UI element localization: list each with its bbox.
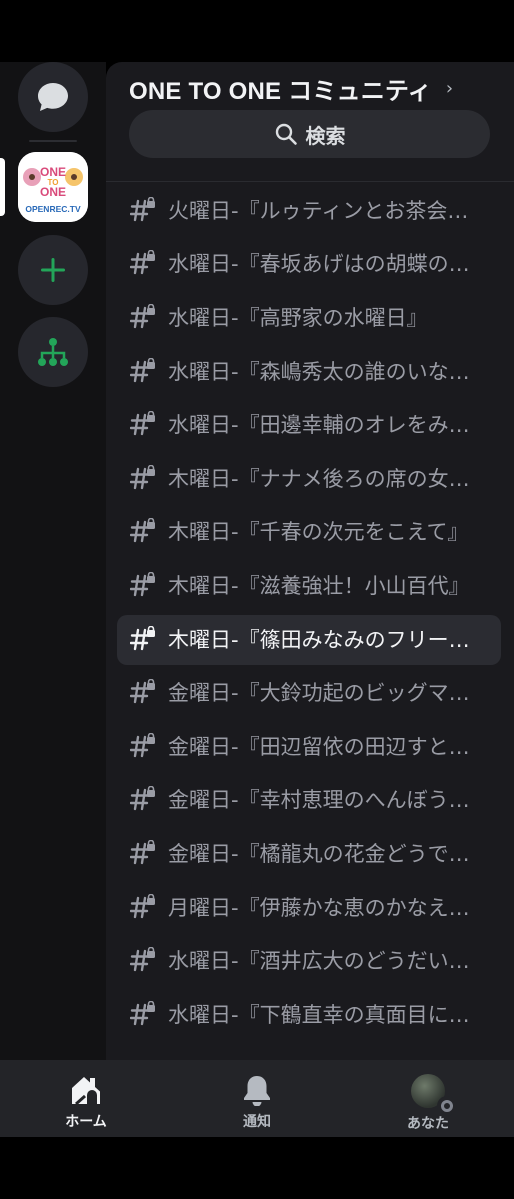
svg-text:ONE: ONE — [40, 165, 66, 179]
locked-text-channel-icon — [129, 250, 156, 276]
search-icon — [275, 123, 297, 145]
locked-text-channel-icon — [129, 678, 156, 705]
locked-text-channel-icon — [129, 196, 156, 223]
locked-text-channel-icon — [129, 410, 156, 437]
svg-text:OPENREC.TV: OPENREC.TV — [25, 204, 81, 214]
channel-item[interactable]: 火曜日-『ルゥティンとお茶会をしてやる』 — [106, 183, 514, 237]
search-label: 検索 — [305, 123, 346, 148]
channel-item[interactable]: 月曜日-『伊藤かな恵のかなえ時間』 — [106, 880, 514, 934]
channel-name: 金曜日-『幸村恵理のへんぼうず』 — [168, 788, 486, 813]
locked-text-channel-icon — [129, 893, 156, 920]
chat-bubble-icon — [38, 83, 68, 111]
search-button[interactable]: 検索 — [129, 110, 490, 158]
locked-text-channel-icon — [129, 732, 156, 759]
channel-item[interactable]: 木曜日-『ナナメ後ろの席の女の子』 — [106, 451, 514, 505]
avatar — [411, 1074, 457, 1116]
channel-panel: ONE TO ONE コミュニティ › 検索 火曜日-『ルゥティンとお茶会をして… — [106, 62, 514, 1060]
tab-you[interactable]: あなた — [358, 1060, 498, 1137]
channel-item[interactable]: 水曜日-『田邊幸輔のオレをみろ』 — [106, 397, 514, 451]
locked-text-channel-icon — [129, 839, 156, 866]
channel-item[interactable]: 水曜日-『森嶋秀太の誰のいない部屋』 — [106, 344, 514, 398]
server-title-button[interactable]: ONE TO ONE コミュニティ › — [129, 68, 453, 108]
channel-name: 金曜日-『大鈴功起のビッグマウス』 — [168, 681, 486, 706]
add-server-button[interactable] — [18, 235, 88, 305]
channel-name: 木曜日-『篠田みなみのフリートーク』 — [168, 627, 486, 652]
server-name: ONE TO ONE コミュニティ — [129, 77, 432, 105]
locked-text-channel-icon — [129, 625, 156, 652]
locked-text-channel-icon — [129, 571, 156, 598]
one-to-one-logo: ONE TO ONE OPENREC.TV — [18, 152, 88, 222]
selected-server-indicator — [0, 158, 5, 216]
tab-home[interactable]: ホーム — [16, 1060, 156, 1137]
channel-item[interactable]: 水曜日-『春坂あげはの胡蝶の夢』 — [106, 237, 514, 291]
locked-text-channel-icon — [129, 518, 156, 544]
channel-name: 水曜日-『春坂あげはの胡蝶の夢』 — [168, 252, 486, 277]
status-offline-icon — [437, 1096, 457, 1116]
channel-item[interactable]: 金曜日-『大鈴功起のビッグマウス』 — [106, 665, 514, 719]
tab-notifications[interactable]: 通知 — [187, 1060, 327, 1137]
locked-text-channel-icon — [129, 1000, 156, 1027]
channel-item[interactable]: 木曜日-『篠田みなみのフリートーク』 — [106, 612, 514, 666]
rail-divider — [29, 140, 77, 142]
locked-text-channel-icon — [129, 786, 156, 812]
channel-name: 水曜日-『田邊幸輔のオレをみろ』 — [168, 413, 486, 438]
locked-text-channel-icon — [129, 946, 156, 973]
bell-icon — [244, 1076, 270, 1106]
channel-name: 火曜日-『ルゥティンとお茶会をしてやる』 — [168, 198, 486, 223]
channel-name: 金曜日-『橘龍丸の花金どうでしょう』 — [168, 841, 486, 866]
locked-text-channel-icon — [129, 464, 156, 491]
channel-item[interactable]: 金曜日-『橘龍丸の花金どうでしょう』 — [106, 826, 514, 880]
channel-item[interactable]: 木曜日-『千春の次元をこえて』 — [106, 505, 514, 559]
channel-item[interactable]: 金曜日-『田辺留依の田辺すとりーむ』 — [106, 719, 514, 773]
channel-name: 水曜日-『酒井広大のどうだいこうだい』 — [168, 949, 486, 974]
tab-you-label: あなた — [407, 1116, 449, 1132]
chevron-right-icon: › — [445, 77, 454, 99]
channel-name: 月曜日-『伊藤かな恵のかなえ時間』 — [168, 895, 486, 920]
system-nav-strip — [0, 1137, 514, 1199]
channel-name: 水曜日-『高野家の水曜日』 — [168, 305, 428, 330]
locked-text-channel-icon — [129, 303, 156, 330]
channel-item[interactable]: 水曜日-『酒井広大のどうだいこうだい』 — [106, 933, 514, 987]
channel-item[interactable]: 水曜日-『下鶴直幸の真面目にやります』 — [106, 987, 514, 1041]
channel-name: 金曜日-『田辺留依の田辺すとりーむ』 — [168, 734, 486, 759]
channel-name: 木曜日-『千春の次元をこえて』 — [168, 520, 469, 545]
channel-list: 火曜日-『ルゥティンとお茶会をしてやる』水曜日-『春坂あげはの胡蝶の夢』水曜日-… — [106, 183, 514, 1041]
home-icon — [72, 1077, 100, 1106]
direct-messages-button[interactable] — [18, 62, 88, 132]
bottom-tab-bar: ホーム 通知 あなた — [0, 1060, 514, 1137]
status-bar — [0, 0, 514, 62]
channel-item[interactable]: 水曜日-『高野家の水曜日』 — [106, 290, 514, 344]
svg-text:ONE: ONE — [40, 185, 66, 199]
channel-item[interactable]: 木曜日-『滋養強壮！小山百代』 — [106, 558, 514, 612]
server-icon-one-to-one[interactable]: ONE TO ONE OPENREC.TV — [18, 152, 88, 222]
channel-name: 水曜日-『下鶴直幸の真面目にやります』 — [168, 1002, 486, 1027]
plus-icon — [41, 258, 65, 282]
locked-text-channel-icon — [129, 357, 156, 384]
tab-home-label: ホーム — [65, 1114, 107, 1130]
channel-name: 木曜日-『ナナメ後ろの席の女の子』 — [168, 466, 486, 491]
channel-item[interactable]: 金曜日-『幸村恵理のへんぼうず』 — [106, 773, 514, 827]
hub-tree-icon — [38, 338, 68, 366]
tab-notifications-label: 通知 — [243, 1114, 271, 1130]
channel-header: ONE TO ONE コミュニティ › 検索 — [106, 62, 514, 182]
discover-servers-button[interactable] — [18, 317, 88, 387]
channel-name: 木曜日-『滋養強壮！小山百代』 — [168, 573, 470, 598]
server-rail: ONE TO ONE OPENREC.TV — [0, 62, 106, 1060]
channel-name: 水曜日-『森嶋秀太の誰のいない部屋』 — [168, 359, 486, 384]
